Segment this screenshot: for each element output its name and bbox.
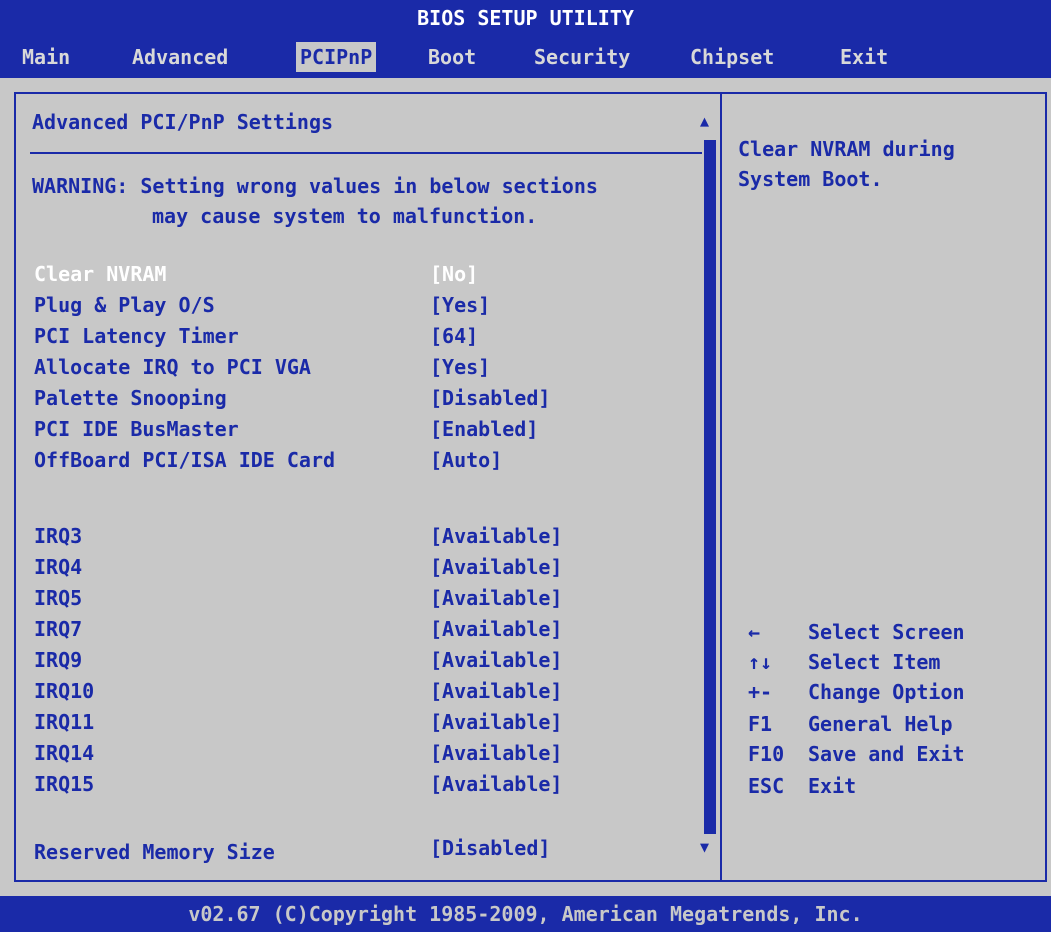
panel-divider — [720, 92, 722, 882]
key-label: +- — [748, 680, 773, 704]
setting-irq5[interactable]: IRQ5 [Available] — [34, 586, 694, 616]
key-label: ESC — [748, 774, 785, 798]
setting-irq9[interactable]: IRQ9 [Available] — [34, 648, 694, 678]
setting-irq10[interactable]: IRQ10 [Available] — [34, 679, 694, 709]
section-title: Advanced PCI/PnP Settings — [32, 110, 334, 134]
help-text: Clear NVRAM during System Boot. — [738, 137, 955, 191]
setting-value[interactable]: [Enabled] — [430, 417, 538, 441]
tab-boot[interactable]: Boot — [424, 42, 480, 72]
setting-value[interactable]: [Auto] — [430, 448, 502, 472]
bios-title: BIOS SETUP UTILITY — [0, 0, 1051, 36]
menu-bar: Main Advanced PCIPnP Boot Security Chips… — [0, 36, 1051, 78]
tab-pcipnp[interactable]: PCIPnP — [296, 42, 377, 72]
setting-label: PCI Latency Timer — [34, 324, 239, 348]
setting-irq14[interactable]: IRQ14 [Available] — [34, 741, 694, 771]
setting-label: IRQ14 — [34, 741, 95, 765]
key-description: General Help — [808, 712, 953, 736]
setting-value[interactable]: [Available] — [430, 741, 562, 765]
key-description: Exit — [808, 774, 857, 798]
setting-offboard-ide-card[interactable]: OffBoard PCI/ISA IDE Card [Auto] — [34, 448, 694, 478]
setting-label: IRQ10 — [34, 679, 95, 703]
setting-value[interactable]: [Available] — [430, 617, 562, 641]
setting-irq7[interactable]: IRQ7 [Available] — [34, 617, 694, 647]
setting-label: Palette Snooping — [34, 386, 227, 410]
key-label: F1 — [748, 712, 773, 736]
setting-label: PCI IDE BusMaster — [34, 417, 239, 441]
setting-irq4[interactable]: IRQ4 [Available] — [34, 555, 694, 585]
tab-security[interactable]: Security — [530, 42, 634, 72]
setting-allocate-irq-vga[interactable]: Allocate IRQ to PCI VGA [Yes] — [34, 355, 694, 385]
setting-value[interactable]: [Available] — [430, 524, 562, 548]
tab-chipset[interactable]: Chipset — [686, 42, 778, 72]
warning-line-1: WARNING: Setting wrong values in below s… — [32, 174, 598, 198]
setting-value[interactable]: [Available] — [430, 679, 562, 703]
setting-label: IRQ3 — [34, 524, 83, 548]
setting-label: IRQ4 — [34, 555, 83, 579]
setting-value[interactable]: [64] — [430, 324, 478, 348]
setting-value[interactable]: [Available] — [430, 648, 562, 672]
setting-label: Reserved Memory Size — [34, 840, 275, 864]
setting-pci-latency-timer[interactable]: PCI Latency Timer [64] — [34, 324, 694, 354]
setting-value[interactable]: [Disabled] — [430, 386, 550, 410]
setting-label: IRQ9 — [34, 648, 83, 672]
setting-label: OffBoard PCI/ISA IDE Card — [34, 448, 336, 472]
copyright-footer: v02.67 (C)Copyright 1985-2009, American … — [0, 896, 1051, 932]
setting-clear-nvram[interactable]: Clear NVRAM [No] — [34, 262, 694, 292]
setting-label: Allocate IRQ to PCI VGA — [34, 355, 311, 379]
key-description: Change Option — [808, 680, 965, 704]
key-description: Select Item — [808, 650, 941, 674]
scrollbar-thumb[interactable] — [704, 140, 716, 834]
setting-value[interactable]: [Available] — [430, 710, 562, 734]
key-label: ↑↓ — [748, 650, 773, 674]
scroll-up-arrow-icon[interactable]: ▲ — [700, 112, 709, 130]
setting-label: IRQ11 — [34, 710, 95, 734]
setting-irq3[interactable]: IRQ3 [Available] — [34, 524, 694, 554]
setting-value[interactable]: [No] — [430, 262, 478, 286]
setting-label: Plug & Play O/S — [34, 293, 215, 317]
key-description: Select Screen — [808, 620, 965, 644]
setting-label: Clear NVRAM — [34, 262, 167, 286]
tab-advanced[interactable]: Advanced — [128, 42, 232, 72]
setting-label: IRQ15 — [34, 772, 95, 796]
warning-line-2: may cause system to malfunction. — [152, 204, 538, 228]
setting-reserved-memory-size[interactable]: Reserved Memory Size [Disabled] — [34, 836, 694, 870]
setting-label: IRQ5 — [34, 586, 83, 610]
setting-palette-snooping[interactable]: Palette Snooping [Disabled] — [34, 386, 694, 416]
setting-value[interactable]: [Available] — [430, 555, 562, 579]
section-divider — [30, 152, 702, 154]
setting-value[interactable]: [Yes] — [430, 293, 490, 317]
tab-main[interactable]: Main — [18, 42, 74, 72]
setting-value[interactable]: [Disabled] — [430, 836, 550, 860]
tab-exit[interactable]: Exit — [836, 42, 892, 72]
setting-irq11[interactable]: IRQ11 [Available] — [34, 710, 694, 740]
key-description: Save and Exit — [808, 742, 965, 766]
key-label: F10 — [748, 742, 785, 766]
setting-value[interactable]: [Available] — [430, 586, 562, 610]
setting-plug-play-os[interactable]: Plug & Play O/S [Yes] — [34, 293, 694, 323]
setting-label: IRQ7 — [34, 617, 83, 641]
setting-irq15[interactable]: IRQ15 [Available] — [34, 772, 694, 802]
key-label: ← — [748, 620, 761, 644]
setting-pci-ide-busmaster[interactable]: PCI IDE BusMaster [Enabled] — [34, 417, 694, 447]
setting-value[interactable]: [Yes] — [430, 355, 490, 379]
scroll-down-arrow-icon[interactable]: ▼ — [700, 838, 709, 856]
setting-value[interactable]: [Available] — [430, 772, 562, 796]
